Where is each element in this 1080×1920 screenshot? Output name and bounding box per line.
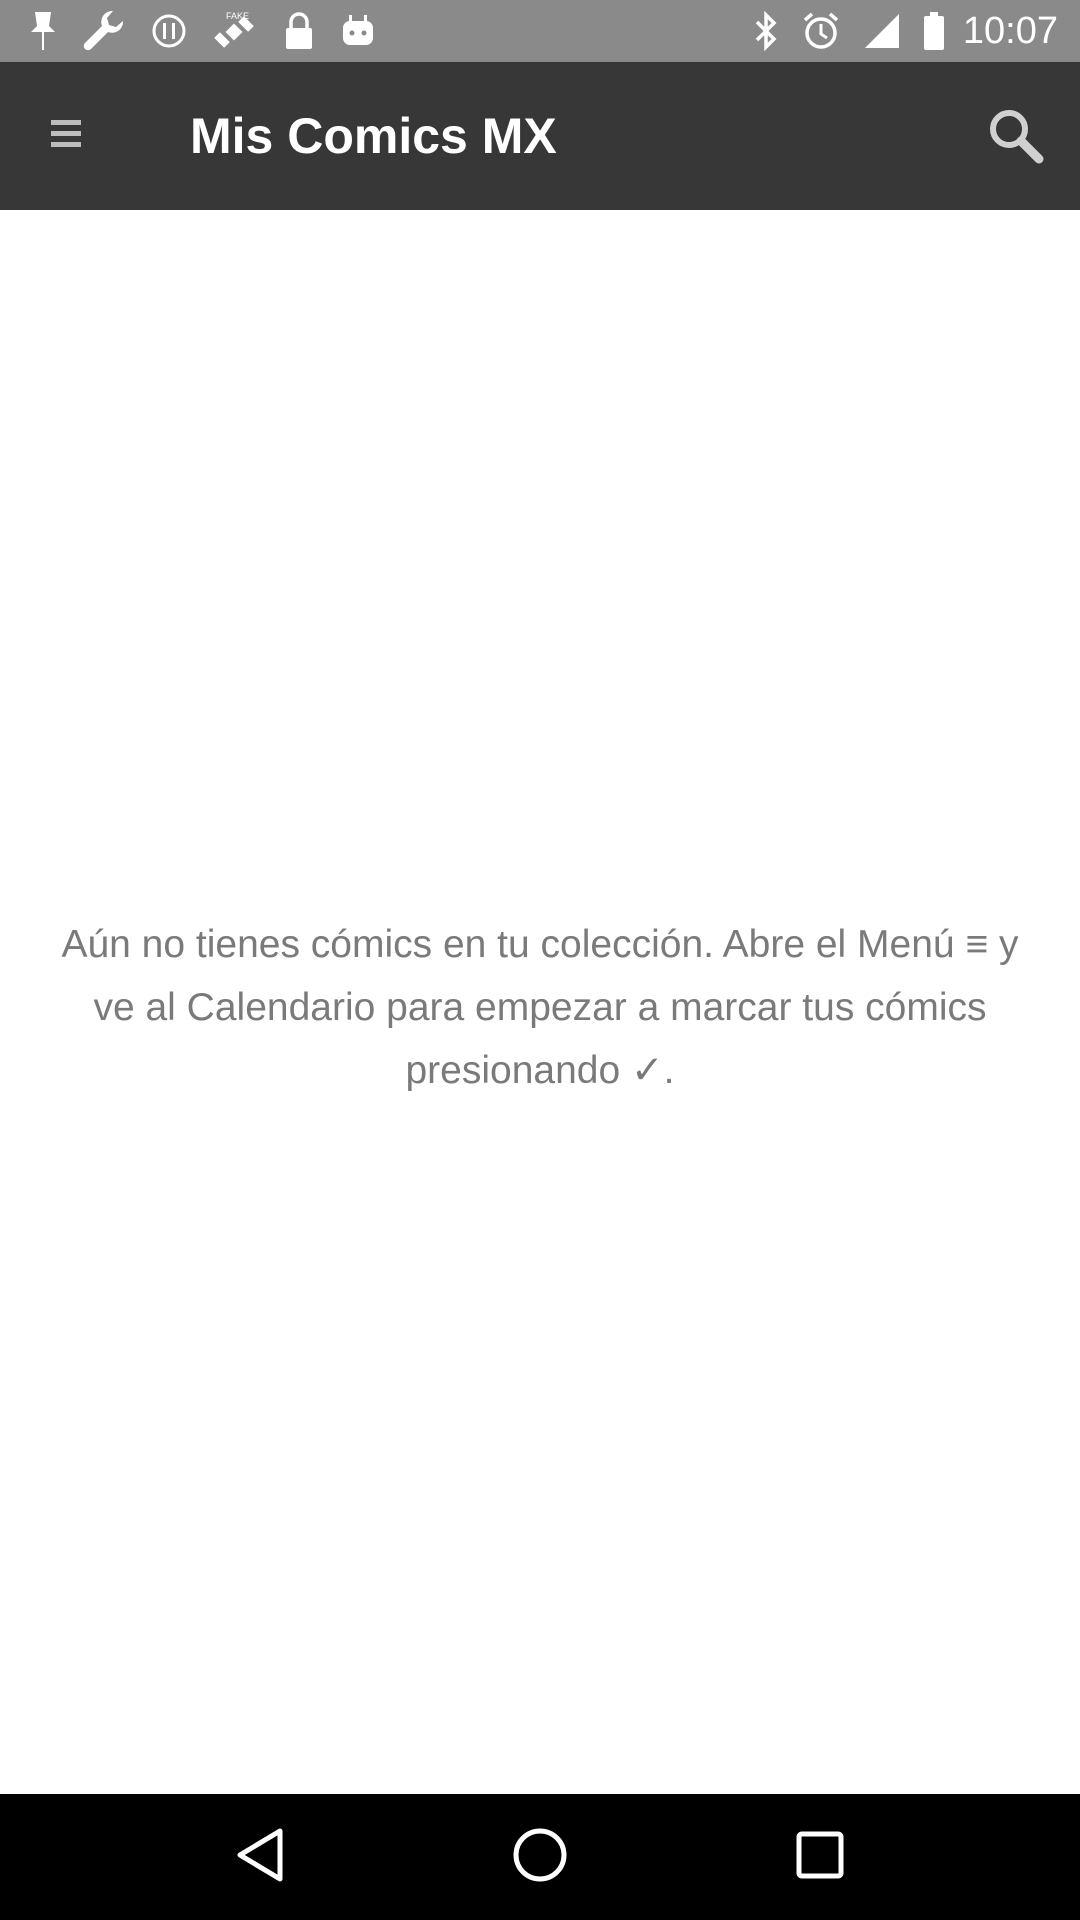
- alert-icon: [152, 14, 186, 48]
- hamburger-menu-icon: [49, 114, 83, 159]
- back-button[interactable]: [220, 1817, 300, 1897]
- search-icon: [985, 105, 1045, 170]
- back-icon: [230, 1825, 290, 1890]
- satellite-icon: FAKE: [212, 8, 258, 54]
- android-icon: [340, 13, 376, 49]
- status-left-icons: FAKE: [30, 8, 402, 54]
- recents-button[interactable]: [780, 1817, 860, 1897]
- signal-icon: [863, 12, 901, 50]
- lock-icon: [284, 11, 314, 51]
- home-button[interactable]: [500, 1817, 580, 1897]
- system-navigation-bar: [0, 1794, 1080, 1920]
- notification-icon: [30, 10, 56, 52]
- status-time: 10:07: [962, 9, 1058, 52]
- app-bar: Mis Comics MX: [0, 62, 1080, 210]
- alarm-icon: [801, 11, 841, 51]
- app-title: Mis Comics MX: [190, 108, 557, 164]
- status-right-icons: 10:07: [731, 10, 1058, 53]
- battery-icon: [923, 11, 945, 51]
- wrench-icon: [82, 9, 126, 53]
- status-bar: FAKE 10:07: [0, 0, 1080, 62]
- bluetooth-icon: [753, 10, 779, 52]
- comics-collection: Aún no tienes cómics en tu colección. Ab…: [0, 210, 1080, 1794]
- recents-icon: [795, 1830, 845, 1885]
- home-icon: [512, 1827, 568, 1888]
- empty-collection-message: Aún no tienes cómics en tu colección. Ab…: [61, 923, 1019, 1092]
- search-button[interactable]: [980, 102, 1050, 172]
- menu-button[interactable]: [40, 102, 92, 170]
